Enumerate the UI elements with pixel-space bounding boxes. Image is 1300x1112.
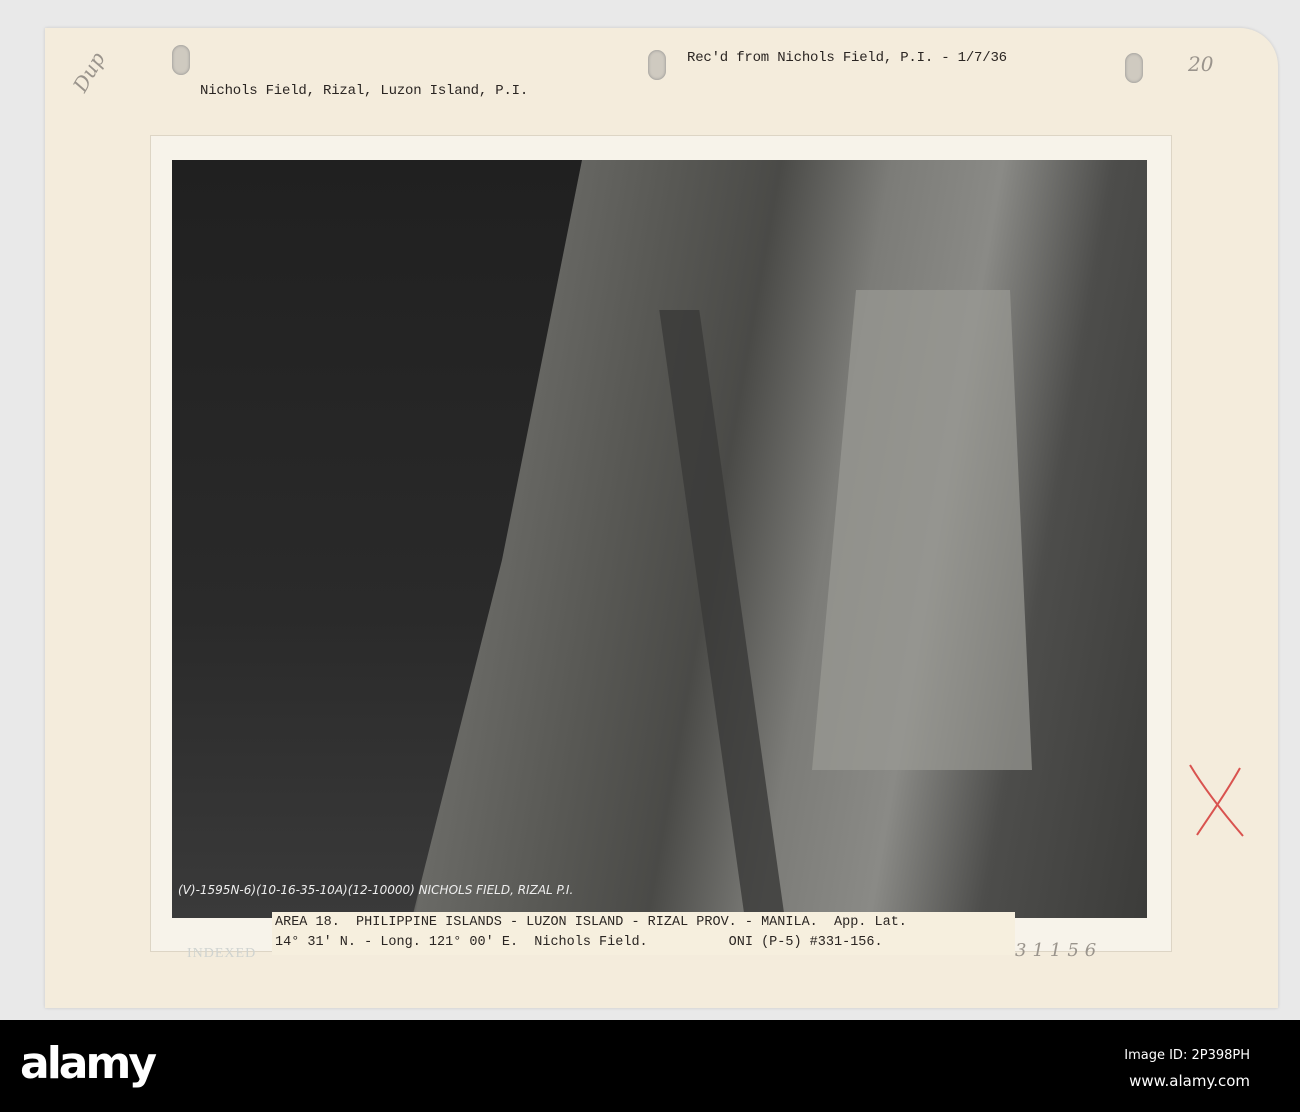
indexed-stamp: INDEXED xyxy=(187,946,257,961)
image-id: Image ID: 2P398PH xyxy=(1124,1048,1250,1063)
river xyxy=(659,310,785,918)
negative-annotation: (V)-1595N-6)(10-16-35-10A)(12-10000) NIC… xyxy=(178,883,574,897)
caption-label: AREA 18. PHILIPPINE ISLANDS - LUZON ISLA… xyxy=(272,912,1015,955)
caption-line-2: 14° 31' N. - Long. 121° 00' E. Nichols F… xyxy=(275,935,883,950)
aerial-photo xyxy=(172,160,1147,918)
location-title: Nichols Field, Rizal, Luzon Island, P.I. xyxy=(200,83,529,99)
handwritten-number: 20 xyxy=(1188,52,1214,76)
caption-line-1: AREA 18. PHILIPPINE ISLANDS - LUZON ISLA… xyxy=(275,915,907,930)
handwritten-catalog-number: 31156 xyxy=(1015,940,1103,961)
red-x-mark xyxy=(1189,764,1244,837)
site-url: www.alamy.com xyxy=(1129,1072,1250,1090)
punch-hole xyxy=(172,45,190,75)
alamy-logo: alamy xyxy=(20,1038,157,1089)
punch-hole xyxy=(648,50,666,80)
airfield xyxy=(812,290,1032,770)
watermark-banner: alamy Image ID: 2P398PH www.alamy.com xyxy=(0,1020,1300,1112)
sea-area xyxy=(172,160,582,918)
received-note: Rec'd from Nichols Field, P.I. - 1/7/36 xyxy=(687,50,1007,66)
punch-hole xyxy=(1125,53,1143,83)
